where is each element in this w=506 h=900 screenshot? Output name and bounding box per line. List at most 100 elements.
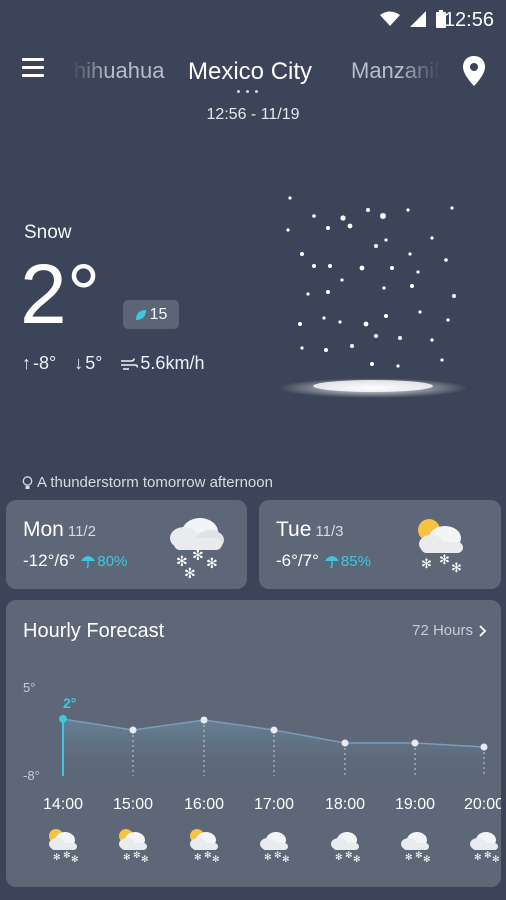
snowflake [326,290,330,294]
svg-text:✻: ✻ [405,853,413,863]
snowflake [430,338,434,342]
svg-text:✻: ✻ [184,566,196,580]
snow-illustration [278,196,468,398]
svg-text:✻: ✻ [484,851,492,861]
snowflake [298,322,302,326]
snowflake [359,265,365,271]
current-temp-label: 2° [63,695,76,711]
snowflake [322,316,326,320]
day-name: Mon [23,518,64,541]
svg-text:✻: ✻ [63,851,71,861]
hour-label: 17:00 [253,796,295,813]
status-bar: 12:56 [0,0,506,40]
arrow-up-icon: ↑ [22,353,31,373]
partly-sunny-snow-icon: ✻ ✻✻ [418,519,463,576]
svg-text:✻: ✻ [274,851,282,861]
umbrella-icon [81,556,96,568]
menu-button[interactable] [22,58,44,80]
svg-text:✻: ✻ [123,853,131,863]
current-condition: Snow [24,222,72,243]
location-pin-icon[interactable] [462,56,486,88]
snowflake [398,336,402,340]
snowflake [370,362,374,366]
day-card-tue[interactable]: Tue 11/3 -6°/7° 85% ✻ ✻ ✻ [259,500,501,589]
svg-text:✻: ✻ [133,851,141,861]
snowflake [374,334,378,338]
svg-text:✻: ✻ [474,853,482,863]
hour-point [270,726,278,734]
svg-text:✻: ✻ [439,553,450,568]
hour-label: 15:00 [112,796,154,813]
day-date: 11/3 [315,523,344,540]
svg-text:✻: ✻ [423,855,431,864]
cloud-snow-icon: ✻ ✻ ✻ [331,832,361,864]
snowflake [326,226,330,230]
snowflake [363,321,369,327]
snowflake [347,223,353,229]
snowflake [288,196,292,200]
aqi-badge[interactable]: 15 [123,300,179,329]
svg-text:✻: ✻ [192,548,204,564]
svg-text:✻: ✻ [206,556,218,572]
snowflake [380,213,386,219]
snowflake [306,292,310,296]
hour-point [480,743,488,751]
snowflake [410,284,414,288]
snowflake [384,238,388,242]
wifi-icon [380,11,400,26]
leaf-icon [135,309,146,320]
update-datetime: 12:56 - 11/19 [206,106,300,123]
hour-point [59,715,67,723]
aqi-value: 15 [149,305,168,323]
svg-text:✻: ✻ [335,853,343,863]
sun-cloud-snow-icon: ✻ ✻ ✻ [119,829,149,864]
wind-speed: 5.6km/h [120,353,204,374]
snowflake [374,244,378,248]
snowflake [366,208,370,212]
tip-text: A thunderstorm tomorrow afternoon [37,474,273,491]
svg-text:✻: ✻ [492,855,500,864]
svg-text:✻: ✻ [421,557,432,572]
bulb-icon [22,475,33,489]
weather-tip[interactable]: A thunderstorm tomorrow afternoon [22,474,273,491]
snowflake [328,264,332,268]
umbrella-icon [324,556,339,568]
hourly-title: Hourly Forecast [23,620,165,642]
page-indicator [237,90,258,93]
svg-text:✻: ✻ [264,853,272,863]
snowflake [312,264,316,268]
svg-text:✻: ✻ [282,855,290,864]
snowflake [338,320,342,324]
status-time: 12:56 [443,9,494,31]
svg-text:✻: ✻ [53,853,61,863]
svg-text:✻: ✻ [71,855,79,864]
city-current[interactable]: Mexico City [188,58,312,86]
day-name: Tue [276,518,312,541]
svg-text:✻: ✻ [451,561,462,576]
svg-text:✻: ✻ [194,853,202,863]
snowflake [384,314,388,318]
axis-bottom-label: -8° [23,768,40,783]
snowflake [416,270,420,274]
snowflake [382,286,386,290]
snowflake [300,346,304,350]
hourly-72h-link[interactable]: 72 Hours [412,622,487,639]
day-temp-range: -6°/7° [276,551,319,570]
hour-point [411,739,419,747]
day-date: 11/2 [67,523,96,540]
cloud-snow-icon: ✻ ✻ ✻✻ [170,518,224,580]
arrow-down-icon: ↓ [74,353,84,373]
snowflake [406,208,410,212]
snowflake [340,215,346,221]
chevron-right-icon [479,624,487,637]
hour-label: 16:00 [183,796,225,813]
snowflake [340,278,344,282]
snowflake [408,252,412,256]
hour-point [129,726,137,734]
snowflake [396,364,400,368]
axis-top-label: 5° [23,680,35,695]
snowflake [350,344,354,348]
wind-icon [121,357,139,370]
day-card-mon[interactable]: Mon 11/2 -12°/6° 80% ✻ ✻ ✻ ✻ [6,500,247,589]
snowflake [446,318,450,322]
